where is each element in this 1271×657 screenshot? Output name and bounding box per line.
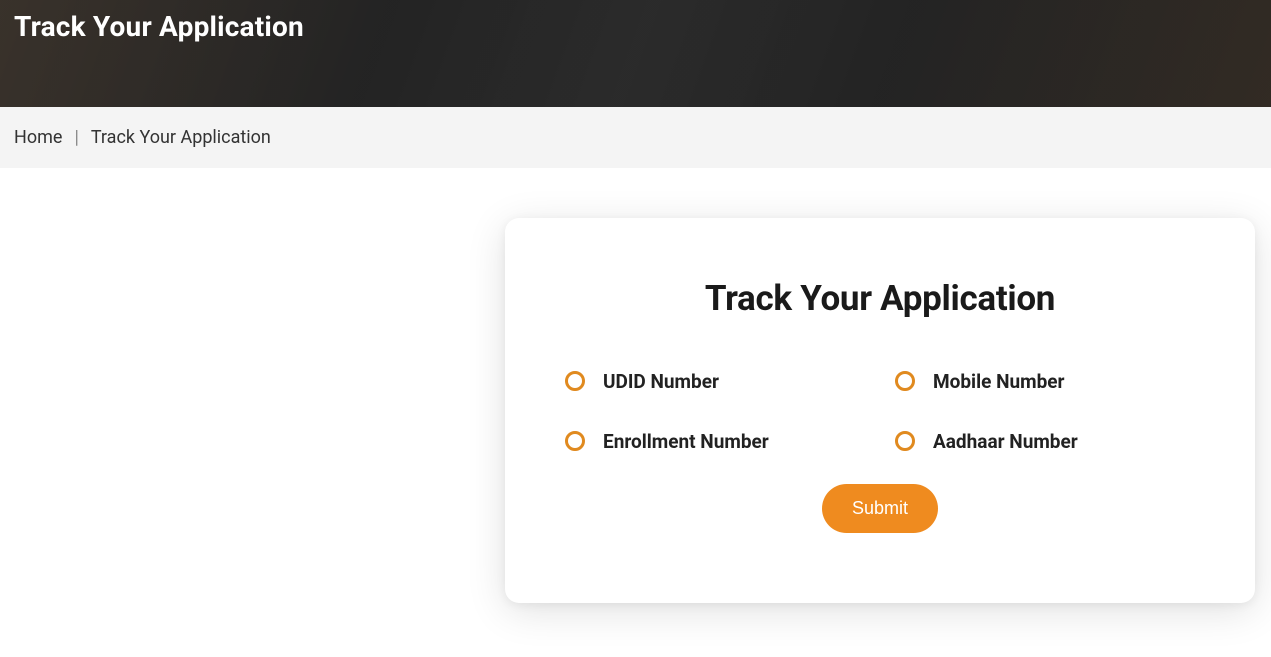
option-label: Aadhaar Number: [933, 429, 1078, 455]
submit-row: Submit: [565, 484, 1195, 533]
radio-icon: [565, 431, 585, 451]
breadcrumb-current: Track Your Application: [91, 127, 271, 148]
option-label: Enrollment Number: [603, 429, 769, 455]
hero-banner: Track Your Application: [0, 0, 1271, 107]
option-label: UDID Number: [603, 369, 719, 395]
card-title: Track Your Application: [565, 278, 1195, 319]
radio-icon: [565, 371, 585, 391]
radio-icon: [895, 431, 915, 451]
breadcrumb-home-link[interactable]: Home: [14, 127, 62, 148]
breadcrumb: Home | Track Your Application: [0, 107, 1271, 168]
option-enrollment[interactable]: Enrollment Number: [565, 429, 865, 455]
options-grid: UDID Number Mobile Number Enrollment Num…: [565, 369, 1195, 454]
radio-icon: [895, 371, 915, 391]
option-mobile[interactable]: Mobile Number: [895, 369, 1195, 395]
submit-button[interactable]: Submit: [822, 484, 938, 533]
track-card: Track Your Application UDID Number Mobil…: [505, 218, 1255, 603]
option-aadhaar[interactable]: Aadhaar Number: [895, 429, 1195, 455]
page-content: Track Your Application UDID Number Mobil…: [0, 168, 1271, 603]
breadcrumb-separator: |: [74, 127, 78, 148]
option-label: Mobile Number: [933, 369, 1065, 395]
option-udid[interactable]: UDID Number: [565, 369, 865, 395]
page-title: Track Your Application: [14, 10, 304, 43]
